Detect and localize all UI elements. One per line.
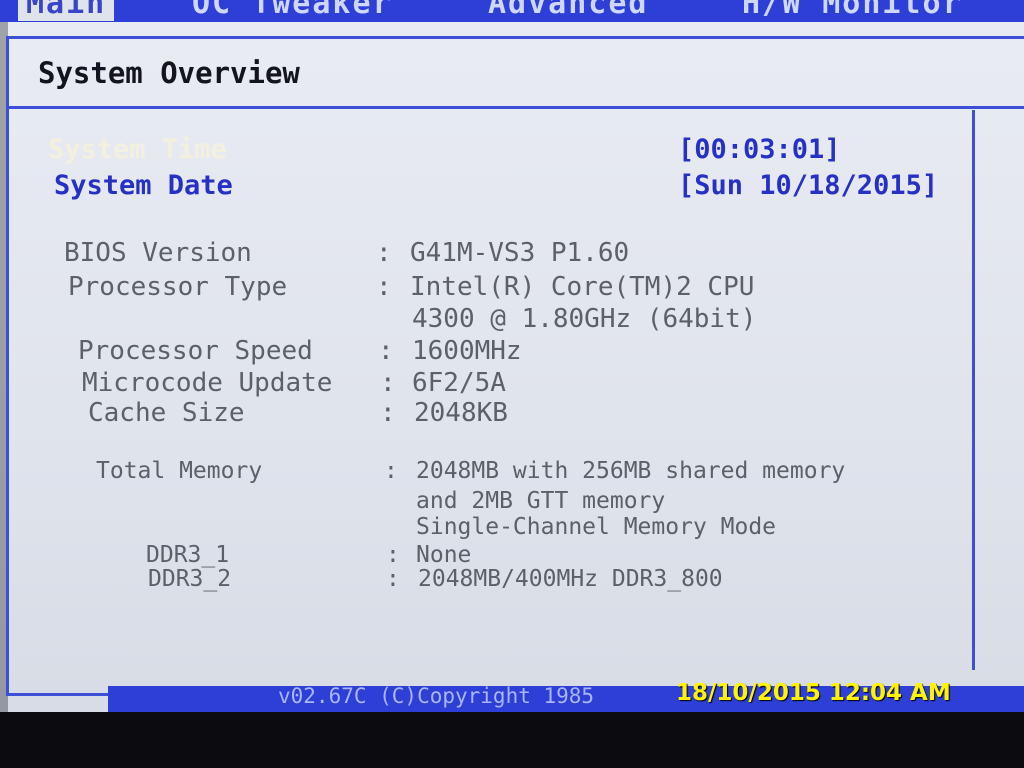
copyright-text: v02.67C (C)Copyright 1985 — [278, 684, 595, 708]
system-date-value[interactable]: [Sun 10/18/2015] — [678, 170, 938, 201]
tab-bar: Main OC Tweaker Advanced H/W Monitor — [0, 0, 1024, 22]
processor-speed-label: Processor Speed — [78, 336, 313, 366]
separator: : — [384, 458, 398, 484]
tab-oc-tweaker[interactable]: OC Tweaker — [192, 0, 393, 21]
total-memory-line1: 2048MB with 256MB shared memory — [416, 458, 846, 484]
page-title: System Overview — [38, 56, 300, 90]
tab-hw-monitor[interactable]: H/W Monitor — [742, 0, 963, 21]
bios-screen: Main OC Tweaker Advanced H/W Monitor Sys… — [0, 0, 1024, 768]
separator: : — [380, 398, 396, 428]
processor-type-line2: 4300 @ 1.80GHz (64bit) — [412, 304, 757, 334]
processor-type-line1: Intel(R) Core(TM)2 CPU — [410, 272, 755, 302]
system-date-label[interactable]: System Date — [54, 170, 233, 201]
cache-size-label: Cache Size — [88, 398, 245, 428]
help-panel-divider — [972, 110, 975, 670]
system-time-value[interactable]: [00:03:01] — [678, 134, 841, 165]
processor-type-label: Processor Type — [68, 272, 288, 302]
separator: : — [386, 542, 400, 568]
ddr3-2-value: 2048MB/400MHz DDR3_800 — [418, 566, 723, 592]
monitor-bezel — [0, 712, 1024, 768]
total-memory-line2: and 2MB GTT memory — [416, 488, 666, 514]
total-memory-label: Total Memory — [96, 458, 263, 484]
microcode-update-label: Microcode Update — [82, 368, 333, 398]
processor-speed-value: 1600MHz — [412, 336, 522, 366]
system-time-label[interactable]: System Time — [48, 134, 227, 165]
ddr3-1-value: None — [416, 542, 472, 568]
separator: : — [376, 238, 392, 268]
total-memory-line3: Single-Channel Memory Mode — [416, 514, 777, 540]
ddr3-1-label: DDR3_1 — [146, 542, 230, 568]
separator: : — [380, 368, 396, 398]
bios-version-label: BIOS Version — [64, 238, 252, 268]
separator: : — [378, 336, 394, 366]
tab-advanced[interactable]: Advanced — [488, 0, 649, 21]
title-separator — [6, 106, 1024, 109]
camera-timestamp: 18/10/2015 12:04 AM — [676, 680, 951, 706]
cache-size-value: 2048KB — [414, 398, 508, 428]
separator: : — [376, 272, 392, 302]
tab-main[interactable]: Main — [18, 0, 115, 21]
separator: : — [386, 566, 400, 592]
ddr3-2-label: DDR3_2 — [148, 566, 232, 592]
microcode-update-value: 6F2/5A — [412, 368, 506, 398]
bios-version-value: G41M-VS3 P1.60 — [410, 238, 630, 268]
